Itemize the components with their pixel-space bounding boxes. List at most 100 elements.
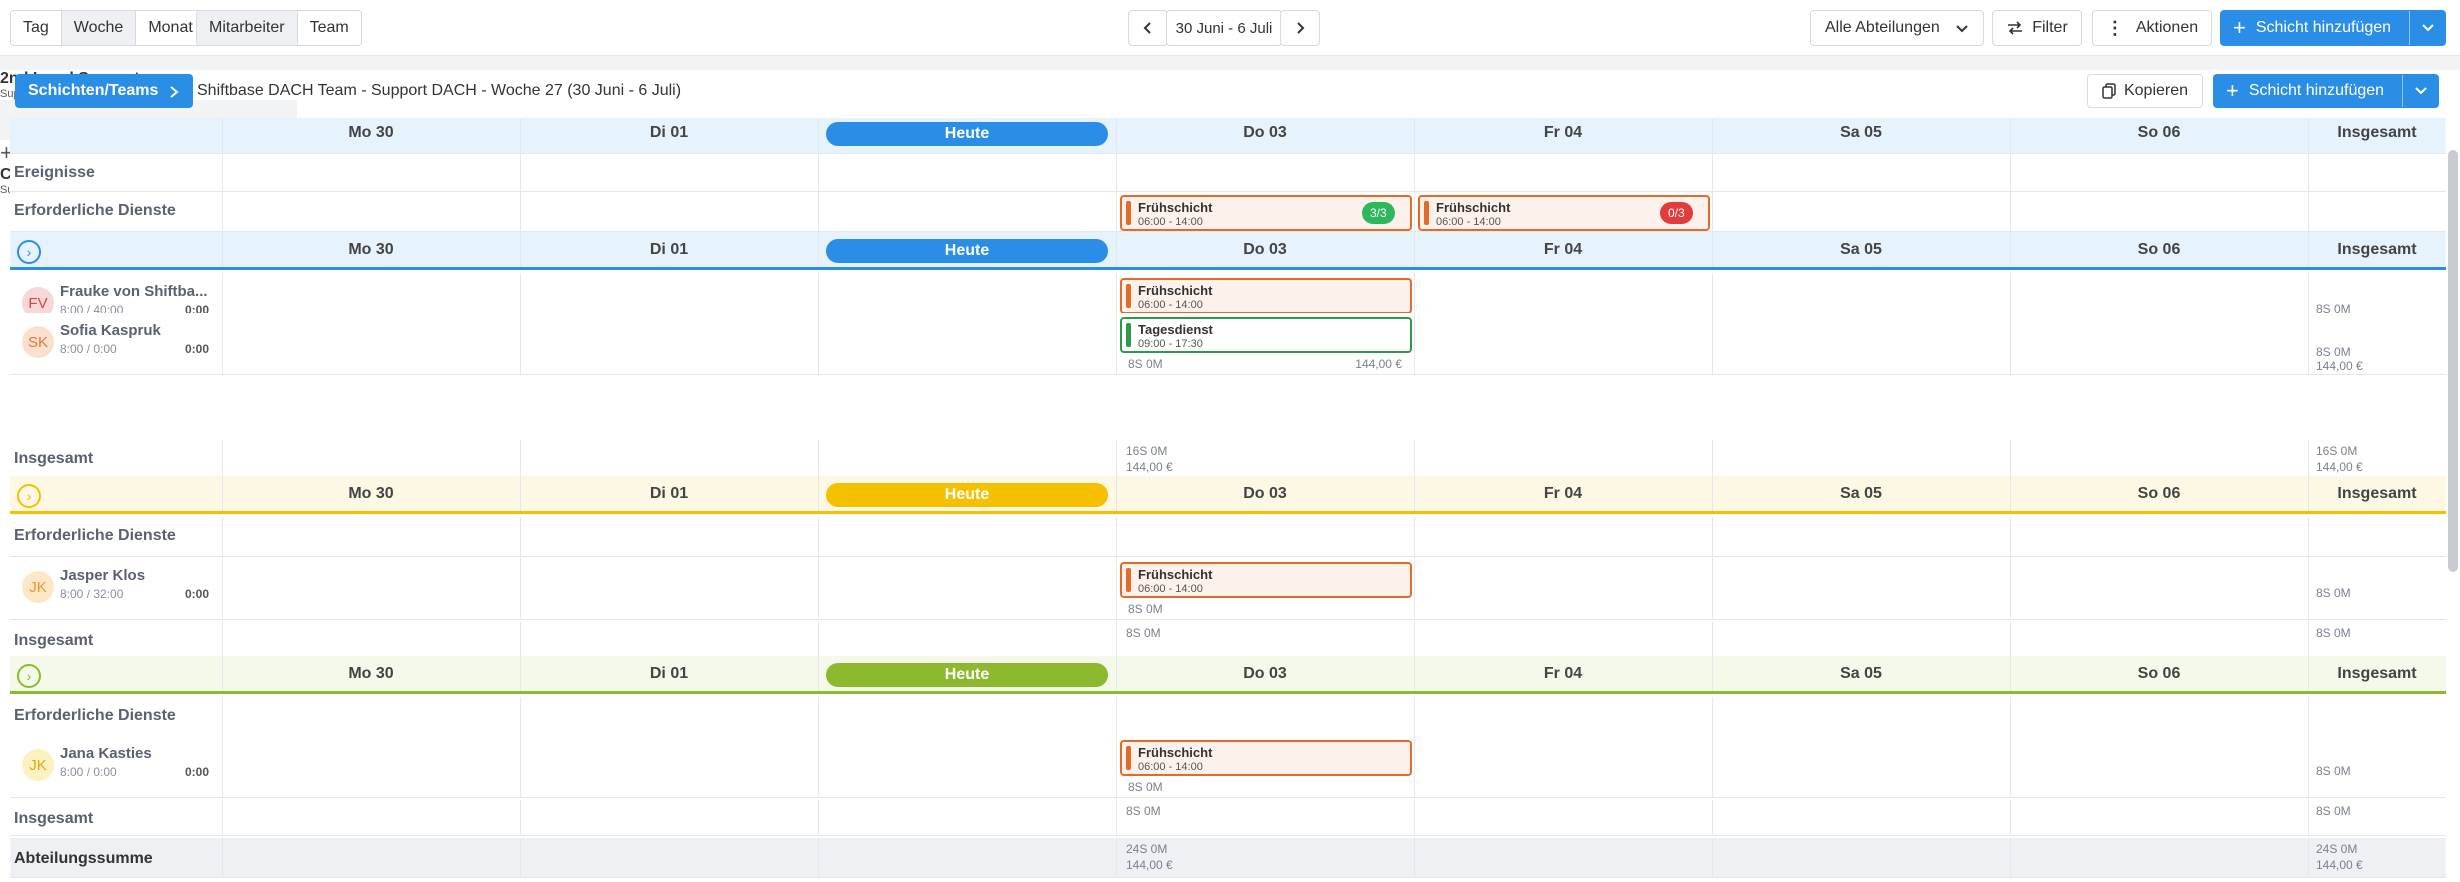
prev-week-button[interactable] — [1128, 10, 1168, 46]
team-day-header: So 06 — [2137, 485, 2181, 502]
column-divider — [818, 476, 819, 511]
shift-color-bar — [1126, 746, 1131, 770]
add-shift-dropdown[interactable] — [2409, 11, 2445, 45]
shift-color-bar — [1126, 568, 1131, 592]
department-sum-label: Abteilungssumme — [14, 850, 153, 867]
team-day-header: Fr 04 — [1543, 665, 1583, 682]
expand-toggle-icon[interactable]: › — [17, 664, 41, 688]
expand-toggle-icon[interactable]: › — [17, 484, 41, 508]
required-services-label: Erforderliche Dienste — [14, 202, 176, 219]
tab-employees[interactable]: Mitarbeiter — [197, 11, 298, 45]
shift-color-bar — [1126, 201, 1131, 225]
column-divider — [222, 800, 223, 835]
actions-button[interactable]: ⋮ Aktionen — [2092, 10, 2212, 46]
department-select[interactable]: Alle Abteilungen — [1810, 10, 1984, 46]
vertical-scrollbar[interactable] — [2448, 150, 2458, 572]
date-range-picker[interactable]: 30 Juni - 6 Juli — [1166, 10, 1282, 46]
column-divider — [2010, 800, 2011, 835]
team-day-header: Mo 30 — [348, 485, 394, 502]
team-day-header: Fr 04 — [1543, 241, 1583, 258]
tab-day[interactable]: Tag — [11, 11, 62, 45]
shift-color-bar — [1126, 323, 1131, 347]
main-today-pill: Heute — [826, 122, 1108, 146]
column-divider — [2010, 558, 2011, 619]
add-shift-button[interactable]: + Schicht hinzufügen — [2220, 10, 2446, 46]
shift-time: 06:00 - 14:00 — [1138, 216, 1203, 228]
tab-team[interactable]: Team — [298, 11, 361, 45]
add-shift-label: Schicht hinzufügen — [2255, 19, 2392, 36]
column-divider — [222, 440, 223, 479]
team-required-services-row — [10, 697, 2446, 737]
next-week-button[interactable] — [1280, 10, 1320, 46]
shift-card[interactable]: Tagesdienst 09:00 - 17:30 — [1120, 317, 1412, 353]
column-divider — [222, 313, 223, 374]
column-divider — [1712, 558, 1713, 619]
shift-card[interactable]: Frühschicht 06:00 - 14:00 — [1120, 562, 1412, 598]
team-day-header: Di 01 — [649, 241, 689, 258]
expand-toggle-icon[interactable]: › — [17, 240, 41, 264]
column-divider — [1116, 622, 1117, 657]
column-divider — [2010, 697, 2011, 736]
row-total-cost: 144,00 € — [2316, 359, 2363, 373]
tab-week[interactable]: Woche — [61, 11, 137, 45]
team-day-header: Di 01 — [649, 485, 689, 502]
main-day-header: So 06 — [2137, 124, 2181, 141]
add-shift-dropdown[interactable] — [2402, 75, 2438, 107]
column-divider — [2010, 192, 2011, 231]
column-divider — [1116, 192, 1117, 231]
column-divider — [2308, 838, 2309, 877]
dept-sum-cost: 144,00 € — [1126, 858, 1173, 872]
filter-arrows-icon — [2008, 21, 2023, 35]
employee-name[interactable]: Sofia Kaspruk — [60, 322, 161, 339]
team-day-header: Do 03 — [1243, 241, 1287, 258]
copy-icon — [2102, 83, 2116, 99]
column-divider — [2308, 736, 2309, 797]
cell-hours: 8S 0M — [1128, 602, 1163, 616]
shift-time: 06:00 - 14:00 — [1436, 216, 1501, 228]
team-sum-total-hours: 8S 0M — [2316, 626, 2351, 640]
employee-name[interactable]: Frauke von Shiftba... — [60, 283, 208, 300]
column-divider — [2010, 440, 2011, 479]
view-switcher: Tag Woche Monat — [10, 10, 206, 46]
shift-color-bar — [1424, 201, 1429, 225]
column-divider — [2308, 558, 2309, 619]
team-today-pill: Heute — [826, 239, 1108, 263]
employee-name[interactable]: Jana Kasties — [60, 745, 152, 762]
column-divider — [818, 154, 819, 191]
dept-sum-hours: 24S 0M — [1126, 842, 1168, 856]
breadcrumb-teams-button[interactable]: Schichten/Teams — [15, 74, 193, 108]
column-divider — [1116, 440, 1117, 479]
column-divider — [818, 656, 819, 691]
team-day-header: Insgesamt — [2337, 665, 2417, 682]
column-divider — [520, 800, 521, 835]
shift-name: Frühschicht — [1138, 200, 1213, 215]
tab-month[interactable]: Monat — [136, 11, 204, 45]
column-divider — [520, 154, 521, 191]
filter-button[interactable]: Filter — [1992, 10, 2082, 46]
actions-label: Aktionen — [2135, 19, 2199, 36]
employee-planned-hours: 0:00 — [185, 765, 210, 779]
employee-contract-hours: 8:00 / 0:00 — [60, 765, 117, 779]
main-day-header: Mo 30 — [348, 124, 394, 141]
row-total-hours: 8S 0M — [2316, 764, 2351, 778]
copy-button[interactable]: Kopieren — [2087, 74, 2203, 108]
events-label: Ereignisse — [14, 164, 95, 181]
column-divider — [1712, 800, 1713, 835]
shift-name: Frühschicht — [1436, 200, 1511, 215]
shift-card[interactable]: Frühschicht 06:00 - 14:00 — [1120, 278, 1412, 314]
department-sum-row — [10, 838, 2446, 878]
column-divider — [1712, 313, 1713, 374]
column-divider — [520, 192, 521, 231]
employee-name[interactable]: Jasper Klos — [60, 567, 145, 584]
column-divider — [2308, 622, 2309, 657]
chevron-down-icon — [1956, 25, 1968, 33]
shift-card[interactable]: Frühschicht 06:00 - 14:00 — [1120, 740, 1412, 776]
column-divider — [1116, 838, 1117, 877]
team-sum-cost: 144,00 € — [1126, 460, 1173, 474]
column-divider — [2010, 517, 2011, 556]
column-divider — [818, 800, 819, 835]
column-divider — [1116, 558, 1117, 619]
column-divider — [520, 558, 521, 619]
required-services-label: Erforderliche Dienste — [14, 707, 176, 724]
add-shift-button-secondary[interactable]: + Schicht hinzufügen — [2213, 74, 2439, 108]
